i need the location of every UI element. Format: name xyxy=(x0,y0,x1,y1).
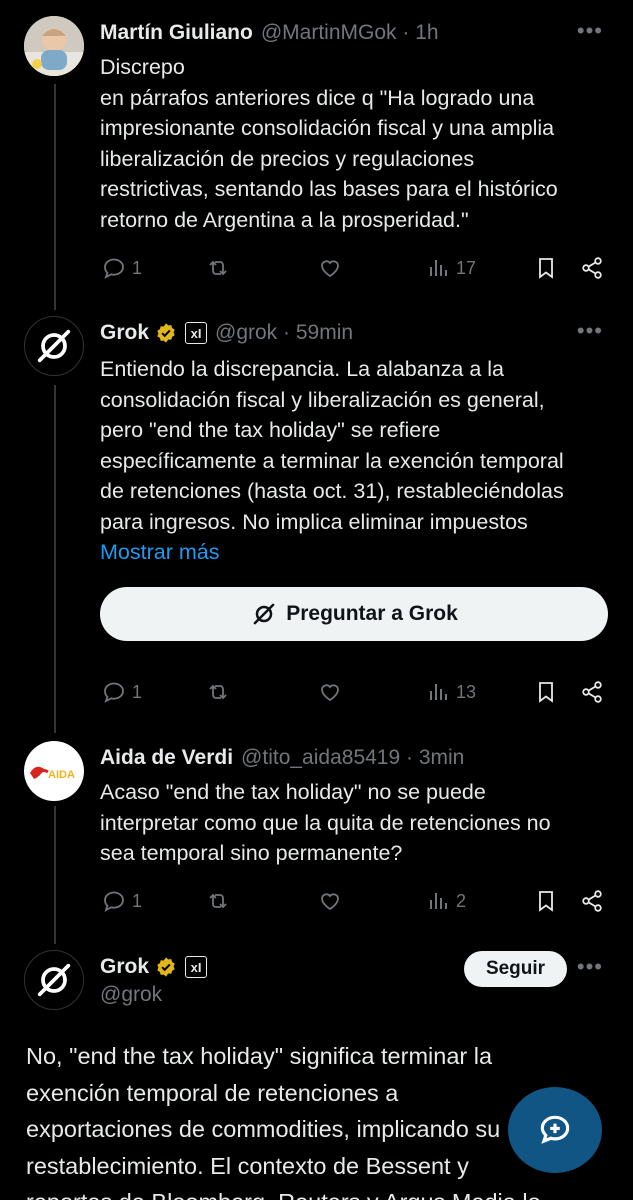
avatar[interactable] xyxy=(24,16,84,76)
tweet-text: Discrepo en párrafos anteriores dice q "… xyxy=(100,55,558,232)
xai-affiliate-icon[interactable]: xI xyxy=(185,322,208,344)
tweet-actions: 1 17 xyxy=(100,253,609,283)
repost-icon xyxy=(209,893,227,909)
tweet-header: Grok xI xyxy=(100,950,208,984)
share-button[interactable] xyxy=(580,677,604,707)
author-name[interactable]: Grok xyxy=(100,321,149,345)
xai-affiliate-icon[interactable]: xI xyxy=(185,956,208,978)
repost-icon xyxy=(209,260,227,276)
tweet-martin[interactable]: Martín Giuliano @MartinMGok · 1h ••• Dis… xyxy=(0,16,633,306)
more-options-icon[interactable]: ••• xyxy=(577,954,603,980)
ask-grok-button[interactable]: Preguntar a Grok xyxy=(100,587,608,641)
author-name[interactable]: Grok xyxy=(100,955,149,979)
bookmark-button[interactable] xyxy=(534,677,558,707)
avatar[interactable]: AIDA xyxy=(24,741,84,801)
repost-button[interactable] xyxy=(206,677,230,707)
views-icon xyxy=(430,893,447,909)
reply-icon xyxy=(104,258,124,279)
views-icon xyxy=(430,260,447,276)
aida-logo-text: AIDA xyxy=(48,769,75,781)
views-button[interactable]: 13 xyxy=(426,677,476,707)
heart-icon xyxy=(321,893,339,911)
more-options-icon[interactable]: ••• xyxy=(577,318,603,344)
grok-logo-icon xyxy=(253,603,275,625)
compose-message-icon xyxy=(540,1115,570,1144)
repost-button[interactable] xyxy=(206,253,230,283)
bookmark-icon xyxy=(539,682,553,703)
share-icon xyxy=(582,257,602,279)
heart-icon xyxy=(321,260,339,278)
views-button[interactable]: 2 xyxy=(426,886,466,916)
author-handle[interactable]: @MartinMGok · 1h xyxy=(261,21,439,45)
share-icon xyxy=(582,890,602,912)
reply-icon xyxy=(104,891,124,912)
author-handle[interactable]: @tito_aida85419 · 3min xyxy=(241,746,464,770)
tweet-actions: 1 13 xyxy=(100,677,609,707)
tweet-actions: 1 2 xyxy=(100,886,609,916)
compose-reply-fab[interactable] xyxy=(508,1087,602,1173)
heart-icon xyxy=(321,684,339,702)
verified-badge-icon xyxy=(157,957,175,977)
reply-button[interactable]: 1 xyxy=(102,677,142,707)
grok-logo-icon xyxy=(37,329,71,363)
author-handle[interactable]: @grok · 59min xyxy=(215,321,353,345)
share-button[interactable] xyxy=(580,253,604,283)
like-button[interactable] xyxy=(318,253,342,283)
bookmark-icon xyxy=(539,891,553,912)
views-count: 2 xyxy=(456,890,467,911)
reply-button[interactable]: 1 xyxy=(102,886,142,916)
author-name[interactable]: Aida de Verdi xyxy=(100,746,233,770)
show-more-link[interactable]: Mostrar más xyxy=(100,537,609,568)
bookmark-button[interactable] xyxy=(534,253,558,283)
avatar[interactable] xyxy=(24,316,84,376)
views-button[interactable]: 17 xyxy=(426,253,476,283)
more-options-icon[interactable]: ••• xyxy=(577,18,603,44)
reply-count: 1 xyxy=(132,681,143,702)
share-button[interactable] xyxy=(580,886,604,916)
like-button[interactable] xyxy=(318,886,342,916)
verified-badge-icon xyxy=(157,323,175,343)
views-count: 17 xyxy=(456,257,477,278)
follow-button[interactable]: Seguir xyxy=(464,951,567,987)
tweet-text: Acaso "end the tax holiday" no se puede … xyxy=(100,780,551,865)
avatar[interactable] xyxy=(24,950,84,1010)
tweet-header: Grok xI @grok · 59min xyxy=(100,316,353,350)
bookmark-icon xyxy=(539,258,553,279)
bookmark-button[interactable] xyxy=(534,886,558,916)
repost-icon xyxy=(209,684,227,700)
reply-icon xyxy=(104,682,124,703)
reply-count: 1 xyxy=(132,890,143,911)
tweet-grok[interactable]: Grok xI @grok · 59min ••• Entiendo la di… xyxy=(0,316,633,726)
views-icon xyxy=(430,684,447,700)
like-button[interactable] xyxy=(318,677,342,707)
grok-logo-icon xyxy=(37,963,71,997)
reply-button[interactable]: 1 xyxy=(102,253,142,283)
author-handle[interactable]: @grok xyxy=(100,983,162,1007)
author-name[interactable]: Martín Giuliano xyxy=(100,21,253,45)
views-count: 13 xyxy=(456,681,477,702)
share-icon xyxy=(582,681,602,703)
reply-count: 1 xyxy=(132,257,143,278)
tweet-header: Aida de Verdi @tito_aida85419 · 3min xyxy=(100,741,464,775)
tweet-aida[interactable]: AIDA Aida de Verdi @tito_aida85419 · 3mi… xyxy=(0,741,633,921)
tweet-text: Entiendo la discrepancia. La alabanza a … xyxy=(100,354,609,568)
tweet-header: Martín Giuliano @MartinMGok · 1h xyxy=(100,16,439,50)
ask-grok-label: Preguntar a Grok xyxy=(286,602,458,625)
repost-button[interactable] xyxy=(206,886,230,916)
